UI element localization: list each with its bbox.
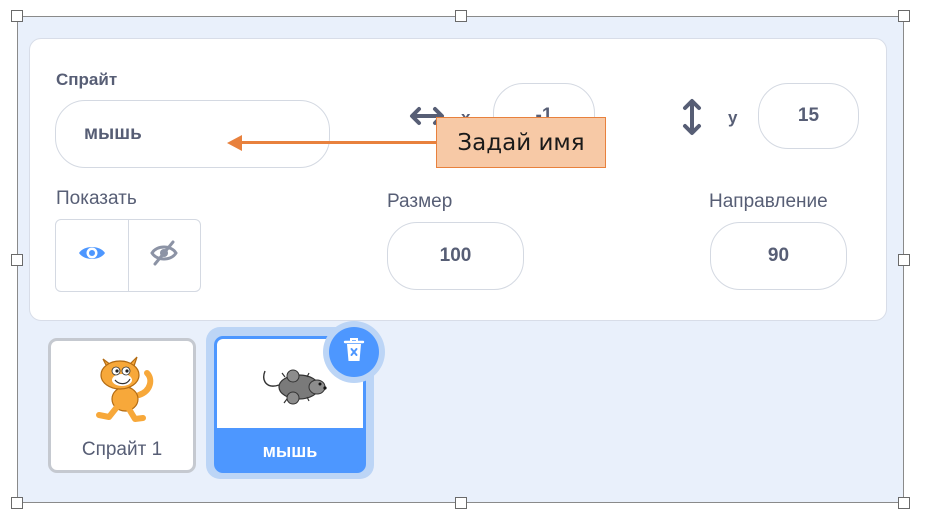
resize-handle-bottom[interactable] [455, 497, 467, 509]
resize-handle-bottom-right[interactable] [898, 497, 910, 509]
resize-handle-bottom-left[interactable] [11, 497, 23, 509]
resize-handle-left[interactable] [11, 254, 23, 266]
resize-handle-top[interactable] [455, 10, 467, 22]
resize-handle-right[interactable] [898, 254, 910, 266]
selection-frame [17, 16, 904, 503]
resize-handle-top-right[interactable] [898, 10, 910, 22]
resize-handle-top-left[interactable] [11, 10, 23, 22]
